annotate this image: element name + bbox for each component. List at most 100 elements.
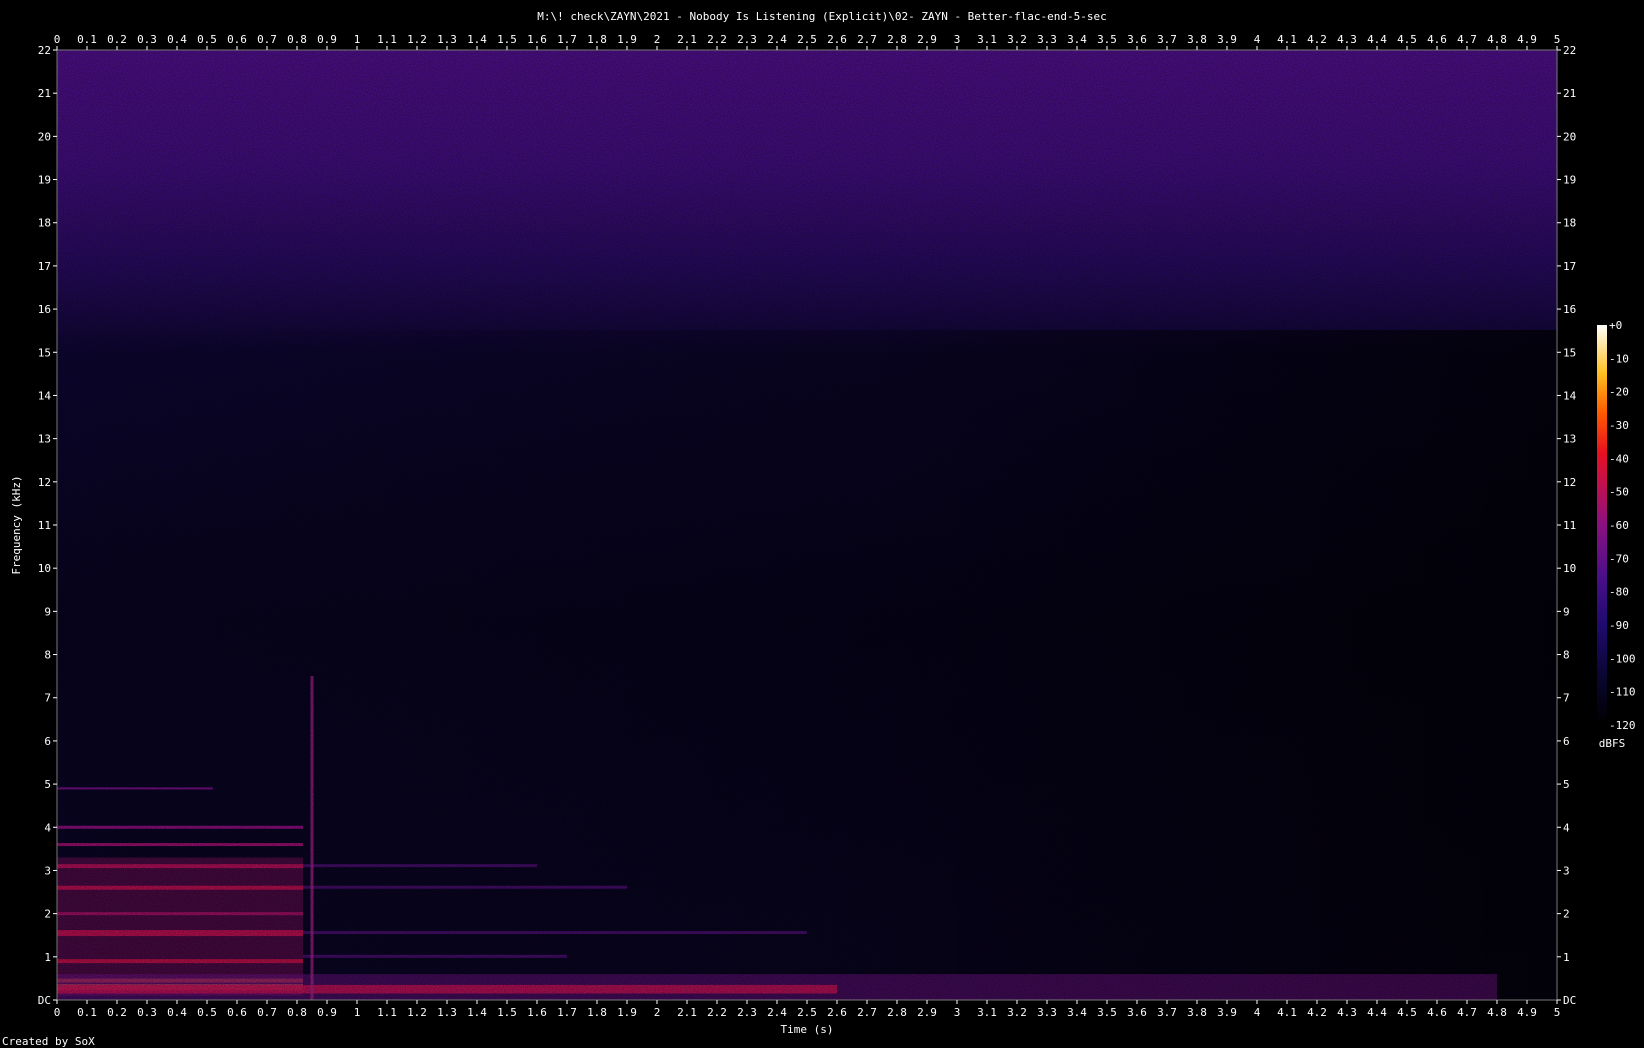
y-tick-label: 7: [44, 692, 51, 705]
x-tick-label: 1.2: [407, 33, 427, 46]
x-tick-label: 4.1: [1277, 33, 1297, 46]
y-tick-label: 7: [1563, 692, 1570, 705]
y-tick-label: 15: [38, 346, 51, 359]
x-tick-label: 3.4: [1067, 1006, 1087, 1019]
x-tick-label: 4: [1254, 33, 1261, 46]
x-tick-label: 0: [54, 33, 61, 46]
x-tick-label: 0.3: [137, 1006, 157, 1019]
colorbar-tick-label: +0: [1609, 319, 1622, 332]
x-tick-label: 4.4: [1367, 33, 1387, 46]
colorbar-tick-label: -60: [1609, 519, 1629, 532]
y-tick-label: 13: [1563, 433, 1576, 446]
x-tick-label: 3: [954, 1006, 961, 1019]
y-tick-label: 11: [1563, 519, 1576, 532]
x-tick-label: 3.9: [1217, 1006, 1237, 1019]
x-tick-label: 1.9: [617, 1006, 637, 1019]
x-tick-label: 0.6: [227, 1006, 247, 1019]
x-tick-label: 0.2: [107, 1006, 127, 1019]
x-tick-label: 3.5: [1097, 33, 1117, 46]
x-tick-label: 0.8: [287, 33, 307, 46]
x-tick-label: 1.6: [527, 1006, 547, 1019]
x-tick-label: 0.2: [107, 33, 127, 46]
x-tick-label: 4.3: [1337, 33, 1357, 46]
x-tick-label: 2: [654, 33, 661, 46]
x-tick-label: 2.9: [917, 33, 937, 46]
x-tick-label: 1.2: [407, 1006, 427, 1019]
colorbar-tick-label: -70: [1609, 552, 1629, 565]
x-tick-label: 1.5: [497, 1006, 517, 1019]
x-tick-label: 4.9: [1517, 1006, 1537, 1019]
y-axis-label: Frequency (kHz): [10, 475, 23, 574]
y-tick-label: 17: [1563, 260, 1576, 273]
y-tick-label: 8: [1563, 649, 1570, 662]
y-tick-label: 13: [38, 433, 51, 446]
plot-area: [56, 49, 1558, 1001]
colorbar-ticks: +0 -10 -20 -30 -40 -50 -60 -70 -80 -90 -100 -110 -12…: [1609, 319, 1636, 732]
x-tick-label: 2.2: [707, 1006, 727, 1019]
colorbar-tick-label: -100: [1609, 652, 1636, 665]
y-tick-label: 19: [1563, 174, 1576, 187]
x-tick-label: 1.5: [497, 33, 517, 46]
x-tick-label: 4.7: [1457, 1006, 1477, 1019]
colorbar-gradient: [1597, 325, 1607, 725]
y-tick-label: 18: [38, 217, 51, 230]
x-tick-label: 4.2: [1307, 33, 1327, 46]
x-tick-label: 3.8: [1187, 1006, 1207, 1019]
y-tick-label: DC: [1563, 994, 1576, 1007]
y-tick-label: 4: [44, 821, 51, 834]
y-tick-label: DC: [38, 994, 51, 1007]
x-tick-label: 1.7: [557, 1006, 577, 1019]
x-tick-label: 2.3: [737, 1006, 757, 1019]
x-tick-label: 0.4: [167, 1006, 187, 1019]
x-tick-label: 3.3: [1037, 1006, 1057, 1019]
y-tick-label: 9: [1563, 605, 1570, 618]
x-tick-label: 2.5: [797, 1006, 817, 1019]
y-tick-label: 6: [1563, 735, 1570, 748]
x-tick-label: 2.8: [887, 1006, 907, 1019]
x-tick-label: 2.6: [827, 1006, 847, 1019]
y-tick-label: 21: [1563, 87, 1576, 100]
x-tick-label: 3.2: [1007, 1006, 1027, 1019]
spectrogram-noise: [57, 50, 1557, 1000]
y-tick-label: 15: [1563, 346, 1576, 359]
colorbar-label: dBFS: [1599, 737, 1626, 750]
y-tick-label: 19: [38, 174, 51, 187]
x-tick-label: 2.6: [827, 33, 847, 46]
colorbar-tick-label: -30: [1609, 419, 1629, 432]
y-tick-label: 9: [44, 605, 51, 618]
x-tick-label: 4.7: [1457, 33, 1477, 46]
x-tick-label: 3.6: [1127, 33, 1147, 46]
spectrogram-chart: M:\! check\ZAYN\2021 - Nobody Is Listeni…: [2, 10, 1636, 1048]
y-tick-label: 5: [1563, 778, 1570, 791]
x-axis-label: Time (s): [781, 1023, 834, 1036]
x-tick-label: 1: [354, 33, 361, 46]
x-tick-label: 2.5: [797, 33, 817, 46]
x-tick-label: 1.1: [377, 1006, 397, 1019]
x-tick-label: 0.1: [77, 33, 97, 46]
x-tick-label: 3.8: [1187, 33, 1207, 46]
colorbar-tick-label: -20: [1609, 386, 1629, 399]
x-tick-label: 3.7: [1157, 1006, 1177, 1019]
x-tick-label: 4.4: [1367, 1006, 1387, 1019]
x-tick-label: 1.1: [377, 33, 397, 46]
x-tick-label: 1.8: [587, 33, 607, 46]
y-tick-label: 16: [1563, 303, 1576, 316]
y-tick-label: 22: [1563, 44, 1576, 57]
x-tick-label: 1.8: [587, 1006, 607, 1019]
x-tick-label: 0.4: [167, 33, 187, 46]
x-tick-label: 0.8: [287, 1006, 307, 1019]
x-tick-label: 3.7: [1157, 33, 1177, 46]
footer-credit: Created by SoX: [2, 1035, 95, 1048]
x-tick-label: 4.5: [1397, 1006, 1417, 1019]
x-tick-label: 1.7: [557, 33, 577, 46]
y-tick-label: 17: [38, 260, 51, 273]
x-tick-label: 3: [954, 33, 961, 46]
x-tick-label: 4.3: [1337, 1006, 1357, 1019]
x-tick-label: 4.2: [1307, 1006, 1327, 1019]
x-tick-label: 3.9: [1217, 33, 1237, 46]
y-tick-label: 22: [38, 44, 51, 57]
x-tick-label: 2.4: [767, 1006, 787, 1019]
x-tick-label: 4.1: [1277, 1006, 1297, 1019]
x-tick-label: 2.1: [677, 33, 697, 46]
colorbar-tick-label: -50: [1609, 486, 1629, 499]
